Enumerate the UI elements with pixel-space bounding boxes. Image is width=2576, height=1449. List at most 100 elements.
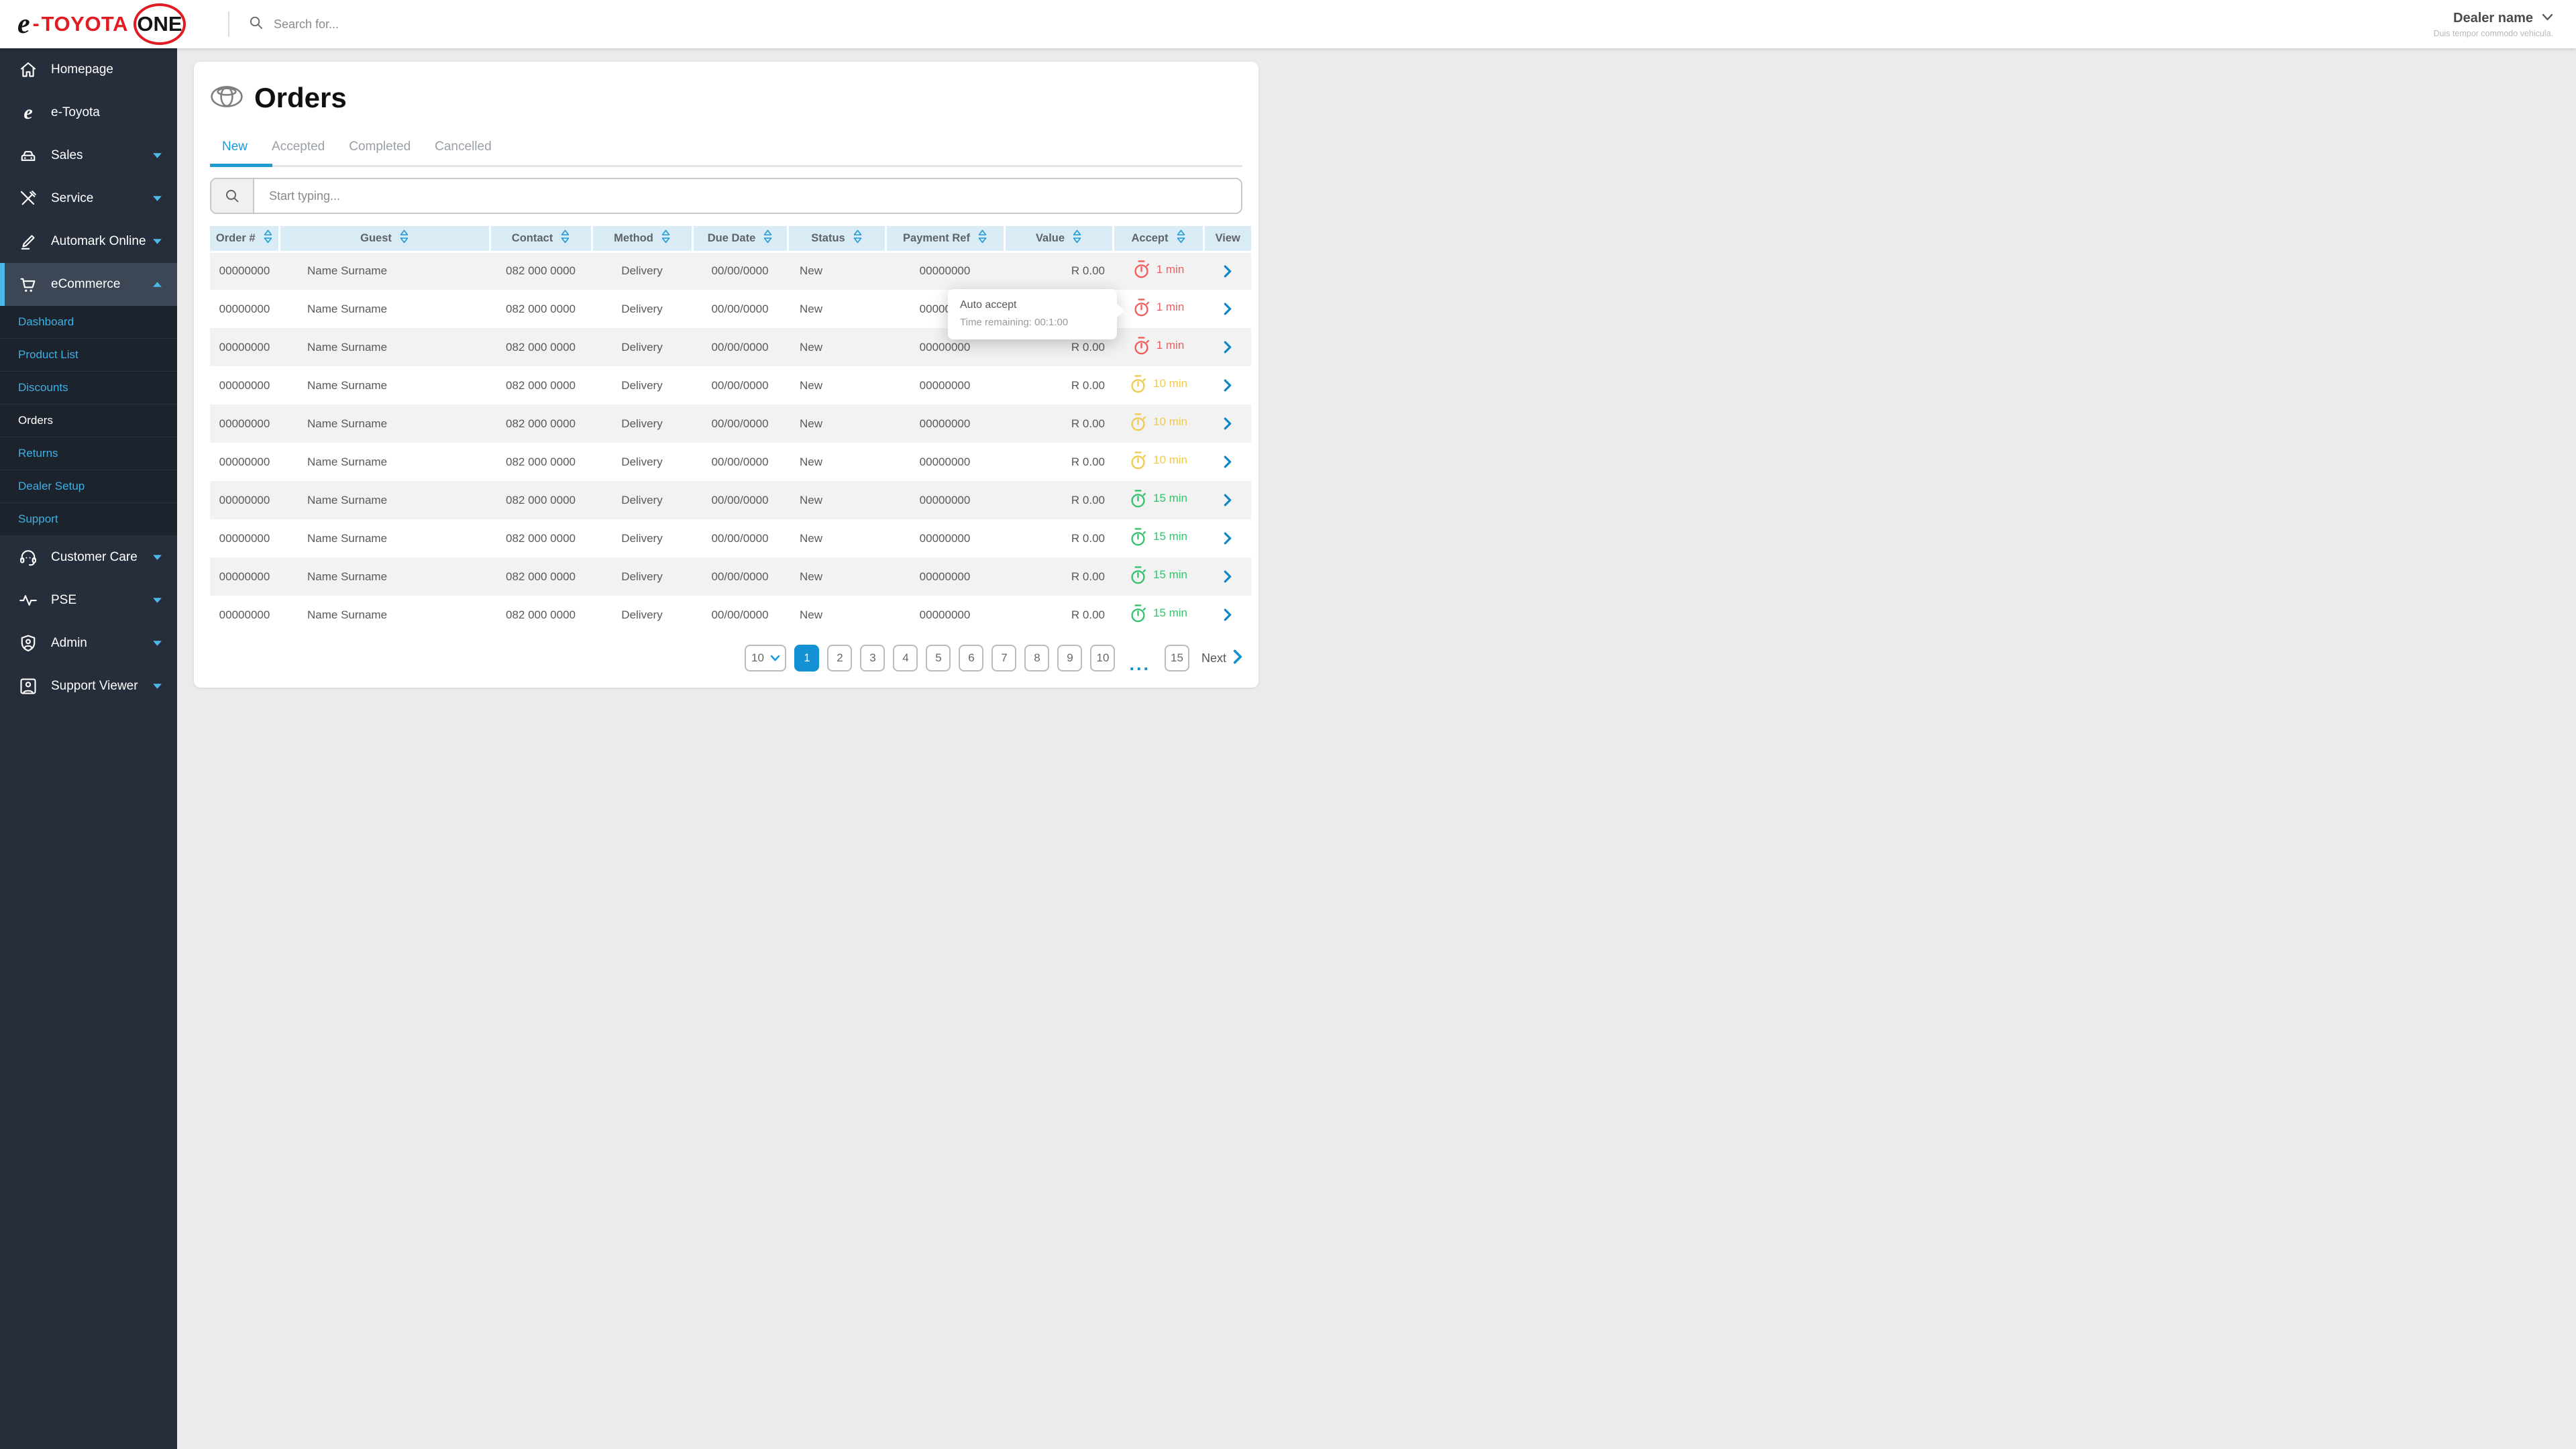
cell-value: R 0.00 xyxy=(1004,405,1113,443)
table-row: 00000000 Name Surname 082 000 0000 Delivery… xyxy=(210,252,1251,290)
sidebar-subitem-support[interactable]: Support xyxy=(0,503,177,536)
global-search[interactable]: Search for... xyxy=(229,15,339,34)
pagination: 10 1 2 3 4 5 6 7 8 9 10... 15 Next xyxy=(210,645,1242,674)
page-4-button[interactable]: 4 xyxy=(893,645,918,672)
main-content: Orders NewAcceptedCompletedCancelled Ord… xyxy=(177,48,1288,724)
view-order-button[interactable] xyxy=(1220,606,1236,624)
table-row: 00000000 Name Surname 082 000 0000 Delivery… xyxy=(210,443,1251,481)
page-2-button[interactable]: 2 xyxy=(827,645,853,672)
cell-status: New xyxy=(788,519,885,557)
sidebar-subitem-dealer-setup[interactable]: Dealer Setup xyxy=(0,470,177,503)
cell-method: Delivery xyxy=(592,443,692,481)
cell-accept: 10 min xyxy=(1113,443,1203,481)
page-5-button[interactable]: 5 xyxy=(926,645,951,672)
table-row: 00000000 Name Surname 082 000 0000 Delivery… xyxy=(210,366,1251,405)
logo-one-badge: ONE xyxy=(133,3,186,45)
view-order-button[interactable] xyxy=(1220,262,1236,280)
page-8-button[interactable]: 8 xyxy=(1024,645,1050,672)
sidebar-item-homepage[interactable]: Homepage xyxy=(0,48,177,91)
sidebar-subitem-dashboard[interactable]: Dashboard xyxy=(0,306,177,339)
view-order-button[interactable] xyxy=(1220,300,1236,318)
shield-user-icon xyxy=(17,633,39,653)
page-3-button[interactable]: 3 xyxy=(860,645,885,672)
cell-due: 00/00/0000 xyxy=(692,596,788,634)
cell-guest: Name Surname xyxy=(279,557,490,596)
pagination-ellipsis: ... xyxy=(1129,654,1150,674)
stopwatch-icon xyxy=(1132,298,1150,317)
page-10-button[interactable]: 10 xyxy=(1090,645,1116,672)
col-order-header[interactable]: Order # xyxy=(210,226,280,253)
col-view-header[interactable]: View xyxy=(1203,226,1251,253)
view-order-button[interactable] xyxy=(1220,529,1236,547)
page-15-button[interactable]: 15 xyxy=(1164,645,1189,672)
tab-cancelled[interactable]: Cancelled xyxy=(435,130,492,165)
cell-guest: Name Surname xyxy=(279,481,490,519)
dealer-menu[interactable]: Dealer name Duis tempor commodo vehicula… xyxy=(2433,11,2576,38)
cell-status: New xyxy=(788,290,885,328)
tab-accepted[interactable]: Accepted xyxy=(272,130,325,165)
headset-icon xyxy=(17,547,39,568)
cell-accept: 15 min xyxy=(1113,519,1203,557)
sidebar-item-sales[interactable]: Sales xyxy=(0,134,177,177)
sidebar-item-service[interactable]: Service xyxy=(0,177,177,220)
stopwatch-icon xyxy=(1129,413,1147,432)
page-7-button[interactable]: 7 xyxy=(991,645,1017,672)
cell-due: 00/00/0000 xyxy=(692,290,788,328)
sort-icon xyxy=(661,229,670,247)
orders-table: Order # Guest Contact Method Due Date Status P… xyxy=(210,226,1251,634)
sidebar-subitem-orders[interactable]: Orders xyxy=(0,405,177,437)
sidebar-item-automark-online[interactable]: Automark Online xyxy=(0,220,177,263)
auto-accept-tooltip: Auto accept Time remaining: 00:1:00 xyxy=(948,289,1124,339)
cell-view xyxy=(1203,481,1251,519)
page-9-button[interactable]: 9 xyxy=(1057,645,1083,672)
caret-down-icon xyxy=(152,597,162,604)
stopwatch-icon xyxy=(1129,374,1147,394)
cell-method: Delivery xyxy=(592,328,692,366)
sidebar-item-e-toyota[interactable]: e e-Toyota xyxy=(0,91,177,134)
col-due-date-header[interactable]: Due Date xyxy=(692,226,789,253)
tab-new[interactable]: New xyxy=(209,130,273,167)
col-guest-header[interactable]: Guest xyxy=(279,226,491,253)
global-search-placeholder: Search for... xyxy=(274,17,339,31)
sidebar-item-admin[interactable]: Admin xyxy=(0,622,177,665)
page-6-button[interactable]: 6 xyxy=(959,645,984,672)
topbar: e - TOYOTA ONE Search for... Dealer name… xyxy=(0,0,2576,48)
page-1-button[interactable]: 1 xyxy=(794,645,820,672)
tab-completed[interactable]: Completed xyxy=(349,130,411,165)
sidebar-subitem-returns[interactable]: Returns xyxy=(0,437,177,470)
cell-status: New xyxy=(788,328,885,366)
orders-filter-input[interactable] xyxy=(254,179,1241,213)
cell-method: Delivery xyxy=(592,405,692,443)
tooltip-time-remaining: Time remaining: 00:1:00 xyxy=(960,317,1069,328)
col-status-header[interactable]: Status xyxy=(788,226,887,253)
view-order-button[interactable] xyxy=(1220,491,1236,509)
col-contact-header[interactable]: Contact xyxy=(490,226,593,253)
view-order-button[interactable] xyxy=(1220,415,1236,433)
col-method-header[interactable]: Method xyxy=(592,226,694,253)
order-tabs: New Accepted Completed Cancelled xyxy=(209,130,1242,167)
page-size-select[interactable]: 10 xyxy=(745,645,787,672)
sidebar-item-ecommerce[interactable]: eCommerce xyxy=(0,263,177,306)
cell-value: R 0.00 xyxy=(1004,252,1113,290)
sidebar-item-customer-care[interactable]: Customer Care xyxy=(0,536,177,579)
cell-due: 00/00/0000 xyxy=(692,252,788,290)
sidebar-item-pse[interactable]: PSE xyxy=(0,579,177,622)
cell-view xyxy=(1203,557,1251,596)
view-order-button[interactable] xyxy=(1220,338,1236,356)
col-payment-ref-header[interactable]: Payment Ref xyxy=(885,226,1006,253)
cell-view xyxy=(1203,596,1251,634)
view-order-button[interactable] xyxy=(1220,453,1236,471)
sidebar-subitem-discounts[interactable]: Discounts xyxy=(0,372,177,405)
cell-contact: 082 000 0000 xyxy=(490,519,592,557)
sidebar-item-label: Homepage xyxy=(51,62,113,76)
col-accept-header[interactable]: Accept xyxy=(1113,226,1205,253)
sidebar-subitem-product-list[interactable]: Product List xyxy=(0,339,177,372)
cell-guest: Name Surname xyxy=(279,328,490,366)
sidebar-item-support-viewer[interactable]: Support Viewer xyxy=(0,665,177,708)
stopwatch-icon xyxy=(1132,260,1150,279)
view-order-button[interactable] xyxy=(1220,568,1236,586)
next-page-button[interactable]: Next xyxy=(1201,649,1242,667)
table-row: 00000000 Name Surname 082 000 0000 Delivery… xyxy=(210,519,1251,557)
view-order-button[interactable] xyxy=(1220,376,1236,394)
col-value-header[interactable]: Value xyxy=(1004,226,1114,253)
